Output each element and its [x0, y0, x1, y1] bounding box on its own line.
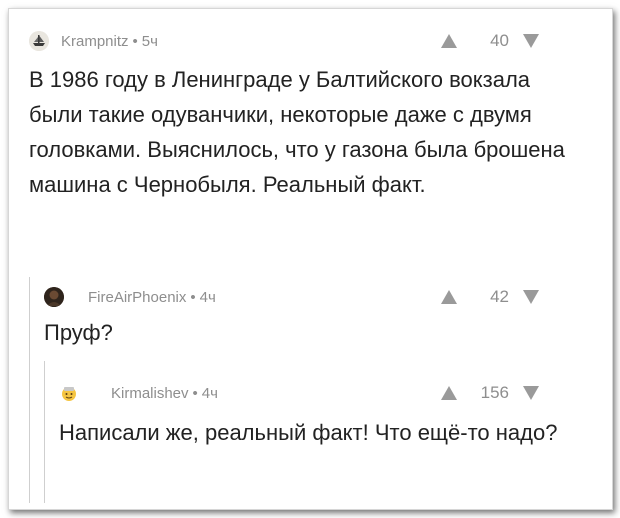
downvote-arrow-icon[interactable]	[523, 386, 539, 400]
comment-krampnitz: Krampnitz • 5ч 40 В 1986 году в Ленинграде…	[29, 31, 599, 202]
comment-text: В 1986 году в Ленинграде у Балтийского в…	[29, 67, 565, 197]
comment-score: 156	[480, 383, 509, 402]
dark-photo-avatar-icon[interactable]	[44, 287, 64, 307]
comment-score: 42	[490, 287, 509, 306]
comment-score: 40	[490, 31, 509, 50]
comment-header: Krampnitz • 5ч 40	[29, 31, 599, 55]
meta-separator: •	[192, 385, 198, 402]
downvote-arrow-icon[interactable]	[523, 290, 539, 304]
comment-header: Kirmalishev • 4ч 156	[59, 383, 599, 407]
thread-line[interactable]	[44, 361, 45, 503]
thread-line[interactable]	[29, 277, 30, 503]
ship-avatar-icon[interactable]	[29, 31, 49, 51]
vote-controls: 156	[441, 383, 539, 403]
comment-time: 4ч	[201, 385, 218, 402]
comment-meta: Kirmalishev • 4ч	[111, 385, 218, 402]
vote-controls: 42	[441, 287, 539, 307]
comments-card: Krampnitz • 5ч 40 В 1986 году в Ленинграде…	[8, 8, 613, 510]
comment-meta: Krampnitz • 5ч	[61, 33, 158, 50]
comment-meta: FireAirPhoenix • 4ч	[88, 289, 216, 306]
meta-separator: •	[132, 33, 138, 50]
emoji-avatar-icon[interactable]	[59, 383, 79, 403]
comment-fireairphoenix: FireAirPhoenix • 4ч 42 Пруф?	[44, 287, 599, 350]
upvote-arrow-icon[interactable]	[441, 34, 457, 48]
downvote-arrow-icon[interactable]	[523, 34, 539, 48]
author-name[interactable]: FireAirPhoenix	[88, 289, 186, 306]
author-name[interactable]: Kirmalishev	[111, 385, 189, 402]
comment-time: 4ч	[199, 289, 216, 306]
meta-separator: •	[190, 289, 196, 306]
comment-kirmalishev: Kirmalishev • 4ч 156 Написали же, реальный…	[59, 383, 599, 450]
comment-header: FireAirPhoenix • 4ч 42	[44, 287, 599, 311]
comment-text: Написали же, реальный факт! Что ещё-то н…	[59, 420, 558, 445]
upvote-arrow-icon[interactable]	[441, 386, 457, 400]
upvote-arrow-icon[interactable]	[441, 290, 457, 304]
author-name[interactable]: Krampnitz	[61, 33, 129, 50]
comment-text: Пруф?	[44, 320, 113, 345]
comment-time: 5ч	[141, 33, 158, 50]
vote-controls: 40	[441, 31, 539, 51]
